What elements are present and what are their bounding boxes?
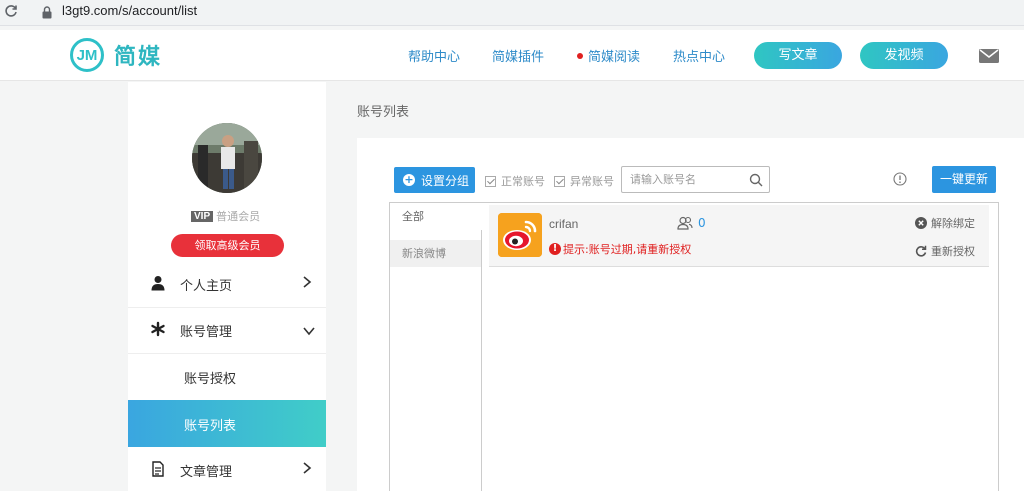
member-level: VIP 普通会员 xyxy=(191,208,260,224)
reauthorize-button[interactable]: 重新授权 xyxy=(915,243,975,259)
fans-count-value: 0 xyxy=(698,216,706,230)
chevron-right-icon xyxy=(303,462,312,474)
unbind-label: 解除绑定 xyxy=(931,217,975,230)
url-field[interactable]: l3gt9.com/s/account/list xyxy=(30,0,1024,25)
update-all-button[interactable]: 一键更新 xyxy=(932,166,996,193)
reauth-label: 重新授权 xyxy=(931,245,975,258)
account-search xyxy=(621,166,770,193)
divider xyxy=(481,230,482,491)
browser-address-bar: l3gt9.com/s/account/list xyxy=(0,0,1024,26)
search-icon[interactable] xyxy=(749,173,763,187)
mail-icon[interactable] xyxy=(979,49,999,63)
sidebar-item-label: 个人主页 xyxy=(180,279,233,294)
url-text: l3gt9.com/s/account/list xyxy=(62,3,198,18)
refresh-icon xyxy=(915,245,927,257)
fans-count: 0 xyxy=(677,216,706,230)
abnormal-account-label: 异常账号 xyxy=(570,175,614,188)
checkbox-icon xyxy=(485,175,496,187)
lock-icon xyxy=(42,6,52,19)
set-group-label: 设置分组 xyxy=(421,173,470,188)
vip-badge: VIP xyxy=(191,210,214,222)
asterisk-icon xyxy=(151,321,165,337)
post-video-button[interactable]: 发视频 xyxy=(860,42,948,69)
sidebar-item-account-list[interactable]: 账号列表 xyxy=(128,400,326,447)
sidebar-item-account-auth[interactable]: 账号授权 xyxy=(128,353,326,400)
nav-hot-center[interactable]: 热点中心 xyxy=(673,46,725,65)
avatar[interactable] xyxy=(192,123,262,193)
red-dot-icon xyxy=(577,52,583,59)
sidebar-item-home[interactable]: 个人主页 xyxy=(128,261,326,307)
site-header: JM 简媒 帮助中心 简媒插件 简媒阅读 热点中心 写文章 发视频 xyxy=(0,30,1024,81)
logo-mark-icon: JM xyxy=(70,38,104,72)
expired-warning: ! 提示:账号过期,请重新授权 xyxy=(549,241,691,257)
write-article-button[interactable]: 写文章 xyxy=(754,42,842,69)
nav-reading-label: 简媒阅读 xyxy=(588,50,641,65)
sidebar-item-label: 文章管理 xyxy=(180,465,233,480)
sidebar-item-label: 账号管理 xyxy=(180,325,233,340)
plus-icon: + xyxy=(403,173,415,186)
member-level-text: 普通会员 xyxy=(216,210,261,223)
set-group-button[interactable]: + 设置分组 xyxy=(394,167,475,193)
info-icon[interactable] xyxy=(893,172,907,186)
site-logo[interactable]: JM 简媒 xyxy=(70,37,162,73)
sidebar-item-label: 账号授权 xyxy=(184,372,237,387)
weibo-icon xyxy=(498,213,542,257)
user-icon xyxy=(151,276,165,291)
page-title: 账号列表 xyxy=(357,105,410,120)
sidebar: VIP 普通会员 领取高级会员 个人主页 账号管理 账号授权 账号列表 文章管理 xyxy=(128,82,326,491)
nav-reading[interactable]: 简媒阅读 xyxy=(577,46,640,65)
reload-icon[interactable] xyxy=(3,4,19,20)
checkbox-icon xyxy=(554,175,565,187)
close-circle-icon xyxy=(915,217,927,229)
account-row: crifan 0 ! 提示:账号过期,请重新授权 解除绑定 重新授权 xyxy=(489,205,989,267)
normal-account-checkbox[interactable]: 正常账号 xyxy=(485,173,545,189)
nav-help-center[interactable]: 帮助中心 xyxy=(408,46,460,65)
nav-plugin[interactable]: 简媒插件 xyxy=(492,46,544,65)
warning-icon: ! xyxy=(549,243,561,255)
get-premium-button[interactable]: 领取高级会员 xyxy=(171,234,284,257)
abnormal-account-checkbox[interactable]: 异常账号 xyxy=(554,173,614,189)
chevron-right-icon xyxy=(303,276,312,288)
search-input[interactable] xyxy=(622,167,740,192)
account-panel: + 设置分组 正常账号 异常账号 一键更新 全部 新浪微博 xyxy=(357,138,1024,491)
sidebar-item-label: 账号列表 xyxy=(184,419,237,434)
chevron-down-icon xyxy=(303,327,315,336)
sidebar-item-account-manage[interactable]: 账号管理 xyxy=(128,307,326,353)
group-tab-all[interactable]: 全部 xyxy=(390,203,482,230)
account-name[interactable]: crifan xyxy=(549,217,578,231)
sidebar-item-article-manage[interactable]: 文章管理 xyxy=(128,447,326,491)
logo-text: 简媒 xyxy=(114,45,163,70)
warning-text: 提示:账号过期,请重新授权 xyxy=(563,243,692,256)
unbind-button[interactable]: 解除绑定 xyxy=(915,215,975,231)
normal-account-label: 正常账号 xyxy=(501,175,545,188)
users-icon xyxy=(677,216,693,230)
group-tab-weibo[interactable]: 新浪微博 xyxy=(390,240,481,267)
document-icon xyxy=(152,461,164,477)
account-list-frame: 全部 新浪微博 crifan 0 ! 提示:账号过期,请重新授权 解除绑定 重新… xyxy=(389,202,999,491)
